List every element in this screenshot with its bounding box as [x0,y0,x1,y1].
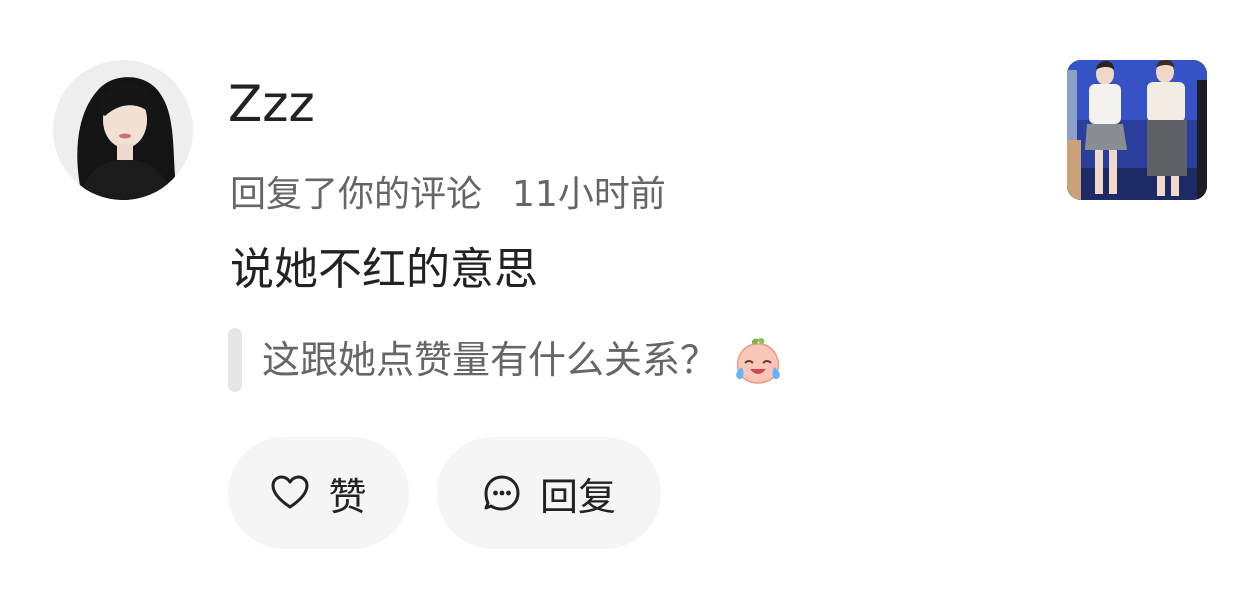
comment-notification-card: Zzz 回复了你的评论 11小时前 说她不红的意思 这跟她点赞量有什么关系？ 赞… [0,0,1260,605]
heart-outline-icon [270,473,310,513]
post-thumbnail[interactable] [1067,60,1207,200]
quote-bar [228,328,242,392]
chat-bubble-dots-icon [482,473,522,513]
thumbnail-image [1067,60,1207,200]
timestamp: 11小时前 [512,174,666,215]
like-button[interactable]: 赞 [228,437,409,549]
comment-content[interactable]: 说她不红的意思 [230,240,538,300]
reply-label: 回复 [539,474,616,519]
quoted-text: 这跟她点赞量有什么关系？ [262,338,719,382]
comment-meta: 回复了你的评论 11小时前 [230,168,666,222]
reply-button[interactable]: 回复 [437,437,661,549]
like-label: 赞 [328,474,367,519]
user-avatar[interactable] [53,60,193,200]
username[interactable]: Zzz [228,72,315,136]
action-text: 回复了你的评论 [230,174,483,215]
avatar-image [53,60,193,200]
quoted-comment[interactable]: 这跟她点赞量有什么关系？ [228,328,784,392]
crying-laughing-peach-emoji-icon [732,335,784,385]
